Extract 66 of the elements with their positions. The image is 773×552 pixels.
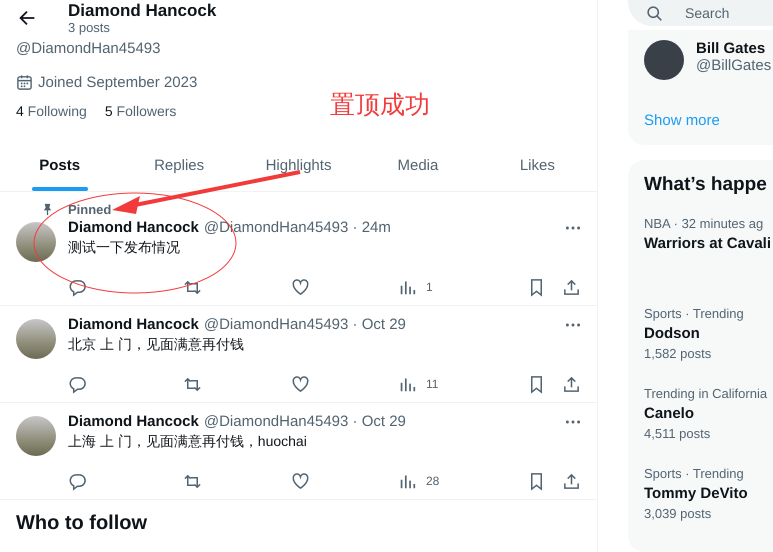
search-icon [646, 4, 663, 22]
author-handle: @DiamondHan45493 · Oct 29 [204, 316, 406, 333]
profile-tab[interactable]: Posts [0, 139, 120, 191]
profile-tab[interactable]: Highlights [238, 139, 358, 191]
trend-context: Trending in California [644, 385, 768, 403]
views-chart-icon[interactable] [399, 376, 416, 392]
pin-icon [41, 203, 54, 216]
share-icon[interactable] [562, 374, 581, 394]
section-heading: Who to follow [15, 511, 148, 536]
trend-title[interactable]: Dodson [644, 324, 772, 344]
post-text: 北京 上 门，见面满意再付钱 [68, 336, 245, 354]
post-text: 上海 上 门，见面满意再付钱，huochai [68, 433, 308, 451]
more-icon[interactable] [565, 224, 581, 230]
trend-context: Sports · Trending [644, 305, 745, 323]
trend-context: Sports · Trending [644, 465, 745, 483]
trend-title[interactable]: Tommy DeVito [644, 484, 772, 504]
repost-icon[interactable] [183, 374, 202, 394]
view-count: 11 [426, 377, 438, 391]
search-field[interactable]: Search [683, 4, 767, 22]
view-count: 1 [426, 280, 433, 294]
annotation-text: 置顶成功 [330, 90, 430, 121]
author-name[interactable]: Diamond Hancock [68, 219, 199, 236]
avatar-photo-placeholder[interactable] [16, 319, 56, 359]
reply-icon[interactable] [68, 472, 87, 490]
more-icon[interactable] [565, 418, 581, 424]
views-chart-icon[interactable] [399, 472, 416, 490]
search-bar[interactable]: Search [628, 0, 773, 26]
joined-date: Joined September 2023 [38, 74, 198, 91]
more-icon[interactable] [565, 322, 581, 328]
trend-context: NBA · 32 minutes ag [644, 215, 764, 233]
following-link[interactable]: 4 Following [16, 103, 87, 119]
author-handle: @DiamondHan45493 · Oct 29 [204, 413, 406, 430]
view-count: 28 [426, 474, 440, 488]
trend-post-count: 3,039 posts [644, 505, 712, 523]
repost-icon[interactable] [183, 472, 202, 490]
avatar-photo-placeholder[interactable] [644, 40, 684, 80]
trends-heading: What’s happe [644, 174, 768, 196]
repost-icon[interactable] [183, 278, 202, 296]
author-name[interactable]: Diamond Hancock [68, 413, 199, 430]
like-icon[interactable] [291, 472, 310, 490]
profile-handle: @DiamondHan45493 [16, 40, 162, 57]
calendar-icon [16, 74, 33, 91]
account-handle: @BillGates [696, 57, 772, 74]
post-text: 测试一下发布情况 [68, 239, 181, 257]
views-chart-icon[interactable] [399, 278, 416, 296]
followers-link[interactable]: 5 Followers [104, 103, 176, 119]
like-icon[interactable] [291, 374, 310, 394]
share-icon[interactable] [562, 472, 581, 490]
account-name[interactable]: Bill Gates [696, 40, 772, 57]
avatar-photo-placeholder[interactable] [16, 222, 56, 262]
post-count: 3 posts [68, 20, 111, 36]
share-icon[interactable] [562, 278, 581, 296]
profile-tab[interactable]: Replies [119, 139, 239, 191]
trend-post-count: 1,582 posts [644, 345, 712, 363]
avatar-photo-placeholder[interactable] [16, 416, 56, 456]
trend-title[interactable]: Warriors at Cavali [644, 234, 772, 254]
profile-name: Diamond Hancock [68, 0, 216, 20]
pinned-label: Pinned [68, 202, 112, 217]
reply-icon[interactable] [68, 278, 87, 296]
reply-icon[interactable] [68, 374, 87, 394]
trend-title[interactable]: Canelo [644, 404, 772, 424]
trend-post-count: 4,511 posts [644, 425, 712, 443]
like-icon[interactable] [291, 278, 310, 296]
profile-tab[interactable]: Likes [478, 139, 598, 191]
author-name[interactable]: Diamond Hancock [68, 316, 199, 333]
profile-tab[interactable]: Media [358, 139, 478, 191]
